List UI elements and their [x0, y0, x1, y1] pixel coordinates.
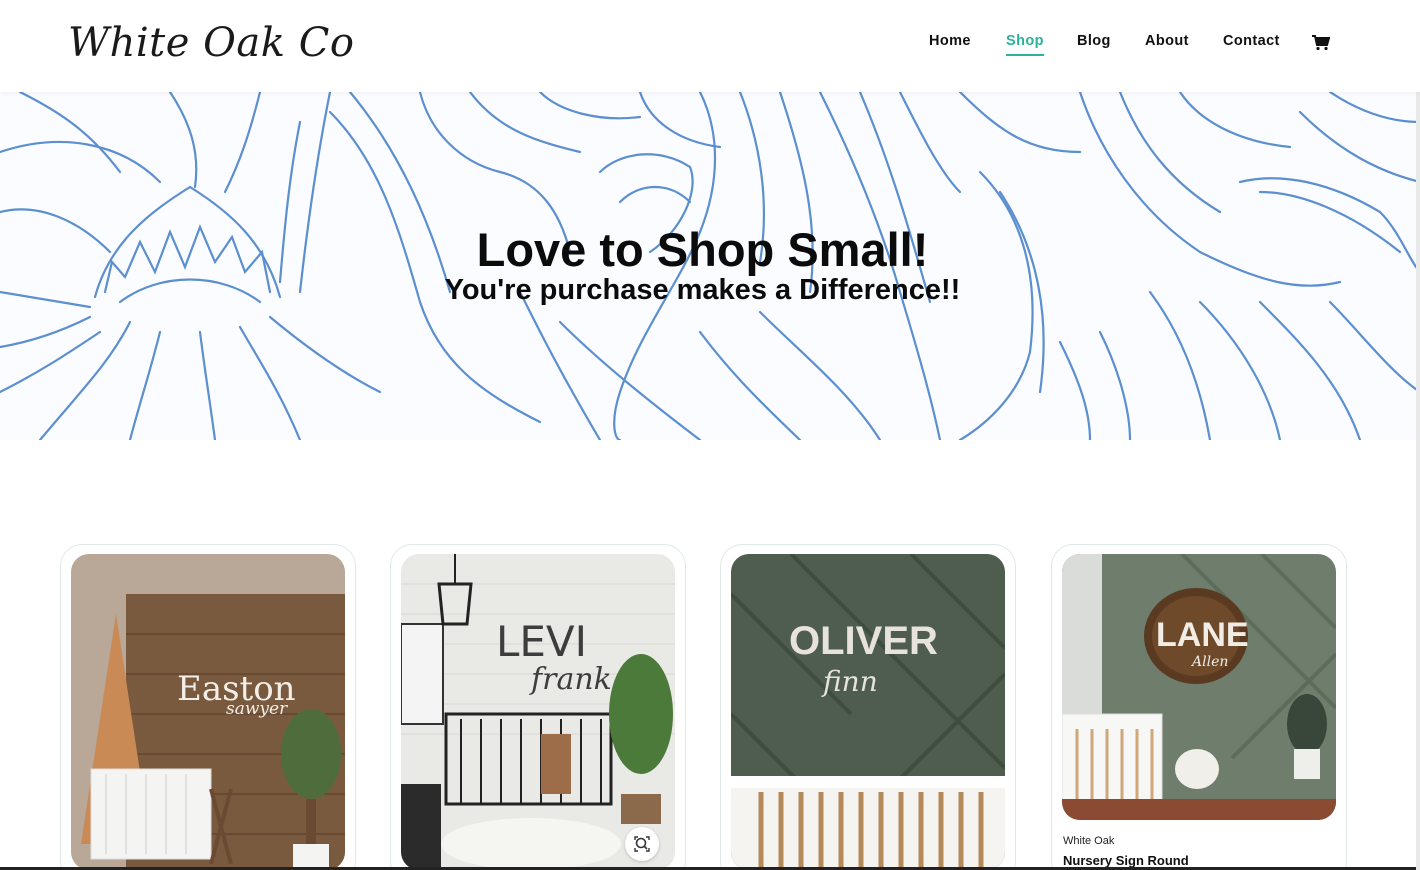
- sign-script: sawyer: [226, 699, 288, 719]
- hero-banner: Love to Shop Small! You're purchase make…: [0, 92, 1420, 440]
- main-nav: Home Shop Blog About Contact: [0, 33, 1420, 57]
- shopping-cart-icon[interactable]: [1312, 35, 1330, 51]
- product-card[interactable]: Easton sawyer: [60, 544, 356, 870]
- product-card[interactable]: LANE Allen White Oak Nursery Sign Round: [1051, 544, 1347, 870]
- product-image[interactable]: OLIVER finn: [731, 554, 1005, 870]
- sign-script: frank: [529, 662, 612, 697]
- product-vendor: White Oak: [1063, 835, 1115, 847]
- hero-title: Love to Shop Small!: [476, 223, 929, 276]
- nav-contact[interactable]: Contact: [1223, 33, 1280, 49]
- product-image[interactable]: LEVI frank: [401, 554, 675, 870]
- nav-about[interactable]: About: [1145, 33, 1189, 49]
- zoom-icon: [634, 836, 650, 852]
- scrollbar[interactable]: [1416, 0, 1420, 870]
- sign-name: LANE: [1156, 616, 1249, 654]
- nav-blog[interactable]: Blog: [1077, 33, 1111, 49]
- zoom-button[interactable]: [625, 827, 659, 861]
- hero-subtitle: You're purchase makes a Difference!!: [444, 274, 961, 306]
- sign-name: LEVI: [496, 617, 587, 666]
- site-header: White Oak Co Home Shop Blog About Contac…: [0, 0, 1420, 92]
- sign-script: Allen: [1190, 654, 1228, 670]
- nav-shop[interactable]: Shop: [1006, 33, 1044, 56]
- product-image[interactable]: Easton sawyer: [71, 554, 345, 870]
- nav-home[interactable]: Home: [929, 33, 971, 49]
- sign-script: finn: [821, 665, 878, 698]
- product-card[interactable]: LEVI frank: [390, 544, 686, 870]
- sign-name: OLIVER: [789, 619, 938, 663]
- product-card[interactable]: OLIVER finn: [720, 544, 1016, 870]
- product-name[interactable]: Nursery Sign Round: [1063, 853, 1189, 868]
- product-image[interactable]: LANE Allen: [1062, 554, 1336, 820]
